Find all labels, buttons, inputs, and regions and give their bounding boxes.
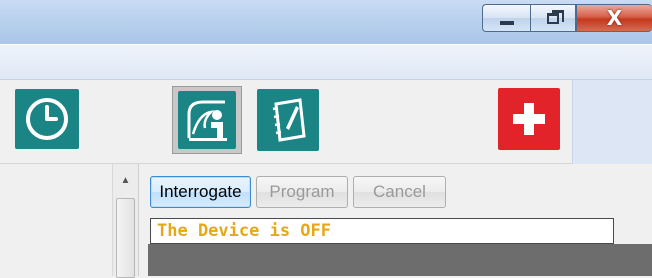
clock-icon: [26, 98, 68, 140]
scroll-up-arrow-icon[interactable]: ▲: [113, 170, 138, 190]
add-button[interactable]: [498, 88, 560, 150]
menu-strip: [0, 44, 652, 80]
status-text: The Device is OFF: [157, 221, 331, 241]
restore-button[interactable]: [530, 4, 576, 32]
notes-icon: [272, 98, 306, 142]
vertical-scrollbar[interactable]: ▲: [112, 164, 139, 278]
notes-button[interactable]: [257, 89, 319, 151]
close-button[interactable]: X: [576, 4, 652, 32]
left-panel: [0, 164, 112, 276]
interrogate-tool-button[interactable]: [172, 86, 242, 154]
program-button[interactable]: Program: [256, 176, 348, 208]
close-icon: X: [606, 6, 623, 30]
interrogate-icon: [178, 91, 236, 149]
title-bar: X: [0, 0, 652, 44]
cancel-button[interactable]: Cancel: [353, 176, 446, 208]
toolbar-right-panel: [572, 80, 652, 164]
status-field: The Device is OFF: [150, 218, 614, 244]
scroll-thumb[interactable]: [116, 198, 135, 278]
minimize-icon: [499, 20, 514, 25]
clock-button[interactable]: [15, 89, 79, 149]
plus-icon: [513, 103, 545, 135]
interrogate-button[interactable]: Interrogate: [150, 176, 251, 208]
minimize-button[interactable]: [482, 4, 530, 32]
output-panel: [148, 244, 652, 276]
restore-icon: [547, 9, 564, 24]
